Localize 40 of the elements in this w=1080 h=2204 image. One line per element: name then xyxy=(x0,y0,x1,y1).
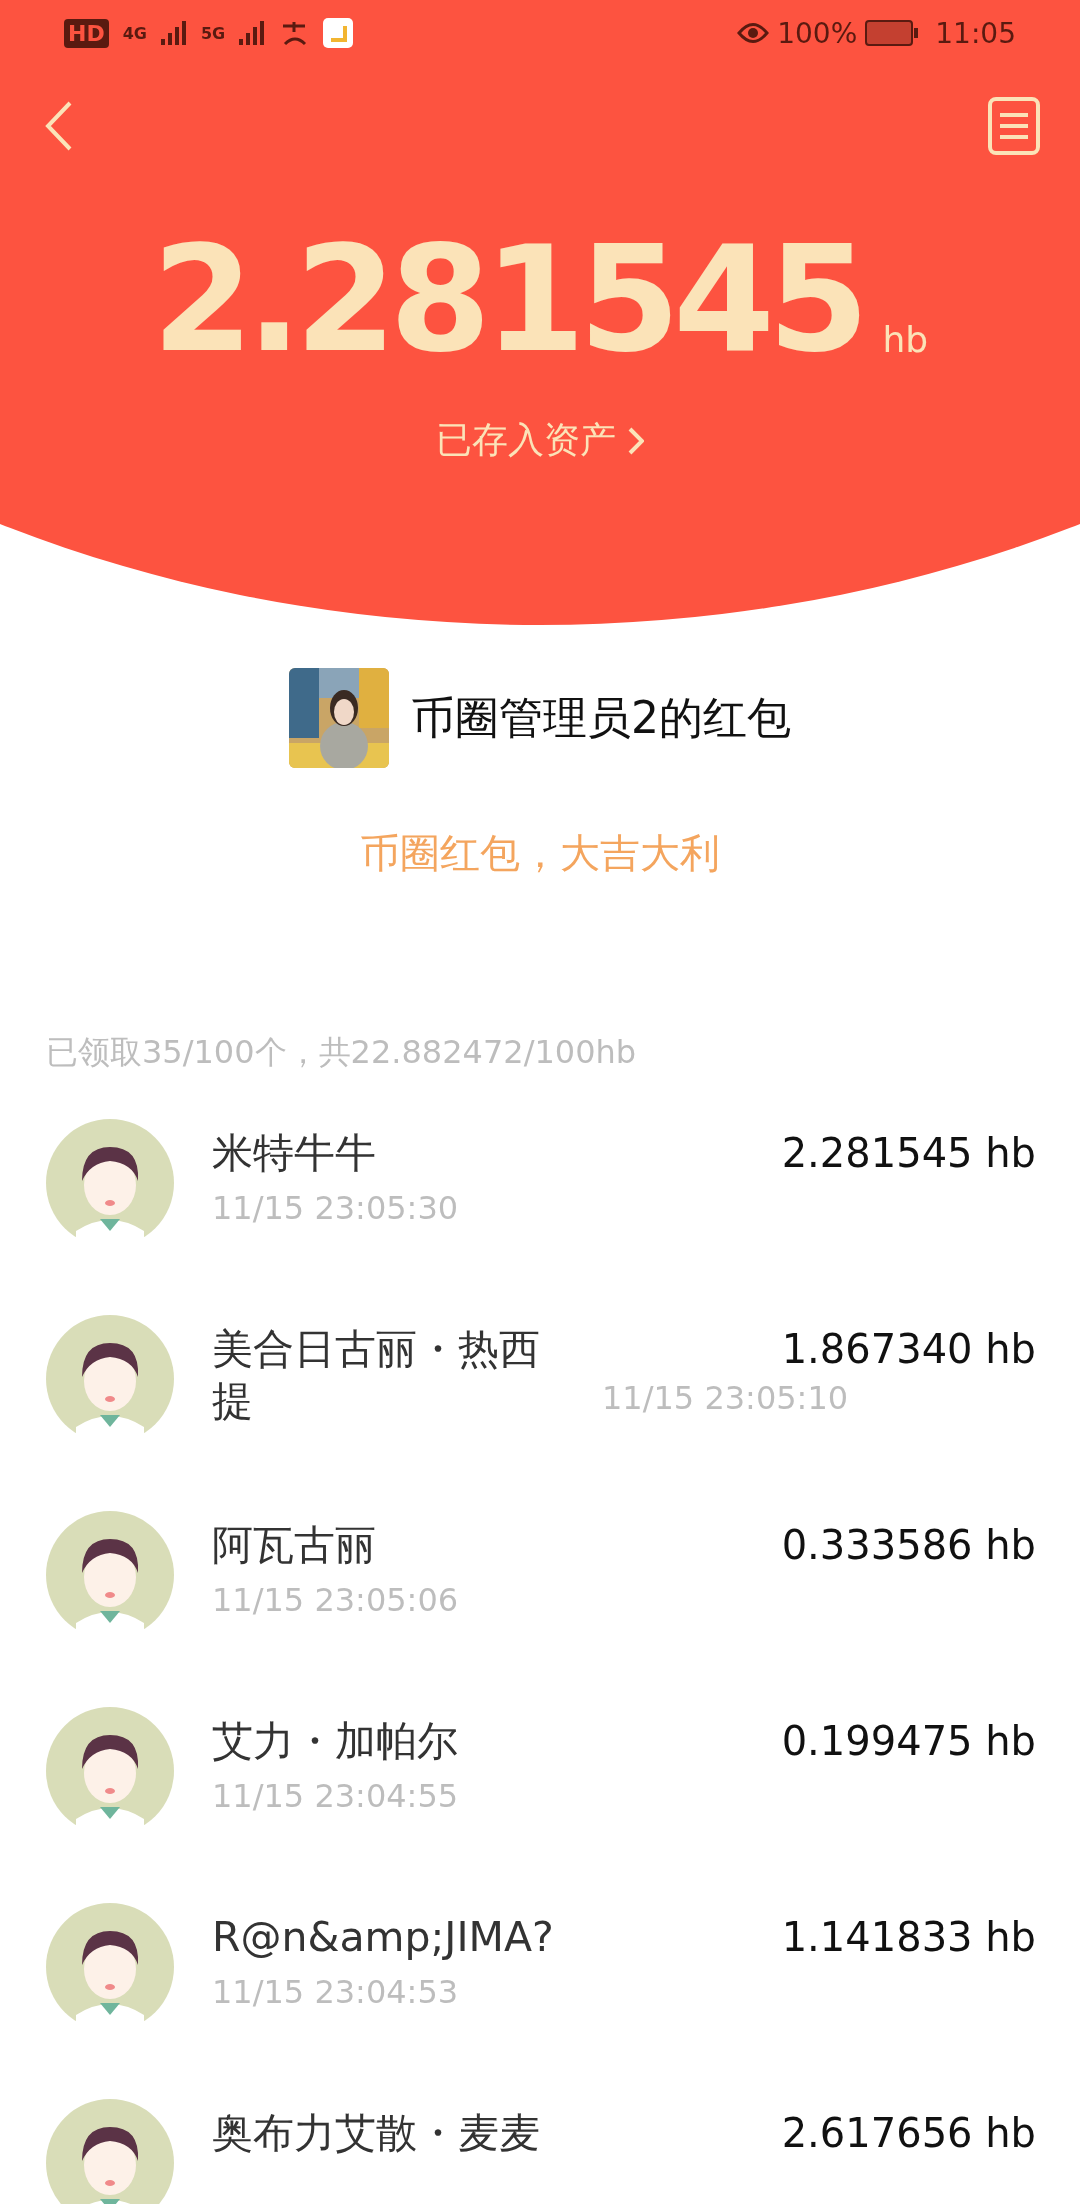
time-text: 11/15 23:04:55 xyxy=(212,1777,460,1815)
recipient-name: 阿瓦古丽 xyxy=(212,1520,377,1571)
eye-icon xyxy=(737,22,770,44)
avatar-icon xyxy=(46,1511,174,1639)
sender-title: 币圈管理员2的红包 xyxy=(411,690,791,745)
recipient-name: R@n&amp;JIMA? xyxy=(212,1912,555,1963)
signal-icon xyxy=(160,21,187,45)
recipient-name: 艾力・加帕尔 xyxy=(212,1716,459,1767)
chevron-icon xyxy=(628,426,644,455)
summary-text: 已领取35/100个，共22.882472/100hb xyxy=(46,1032,638,1073)
recipient-name: 美合日古丽・热西提 xyxy=(212,1324,541,1427)
time-text: 11/15 23:05:06 xyxy=(212,1581,460,1619)
amount-text: 0.333586 hb xyxy=(781,1521,1036,1570)
document-icon[interactable] xyxy=(988,97,1040,155)
amount-text: 0.199475 hb xyxy=(781,1717,1036,1766)
avatar-icon xyxy=(46,1119,174,1247)
battery-percent: 100% xyxy=(777,16,858,50)
network-label: 5G xyxy=(200,23,226,43)
amount-text: 1.141833 hb xyxy=(781,1913,1036,1962)
back-icon[interactable] xyxy=(44,101,72,151)
unit-label: hb xyxy=(882,319,929,360)
amount-text: 1.867340 hb xyxy=(781,1325,1036,1374)
avatar-icon xyxy=(46,1315,174,1443)
amount: 2.281545 xyxy=(151,226,863,372)
avatar-icon xyxy=(46,1903,174,2031)
hd-label: HD xyxy=(64,18,109,48)
network-label: 4G xyxy=(122,23,147,43)
avatar-icon xyxy=(46,1707,174,1835)
recipient-name: 奥布力艾散・麦麦 xyxy=(212,2108,541,2159)
recipient-name: 米特牛牛 xyxy=(212,1128,377,1179)
amount-text: 2.281545 hb xyxy=(781,1129,1036,1178)
amount-text: 2.617656 hb xyxy=(781,2109,1036,2158)
assets-link[interactable]: 已存入资产 xyxy=(436,416,644,465)
blessing-text: 币圈红包，大吉大利 xyxy=(359,829,721,878)
time-text: 11/15 23:05:10 xyxy=(602,1379,849,1417)
signal-icon xyxy=(239,21,266,45)
clock: 11:05 xyxy=(935,16,1016,50)
time-text: 11/15 23:05:30 xyxy=(212,1189,460,1227)
battery-icon xyxy=(865,20,920,46)
time-text: 11/15 23:04:53 xyxy=(212,1973,460,2011)
